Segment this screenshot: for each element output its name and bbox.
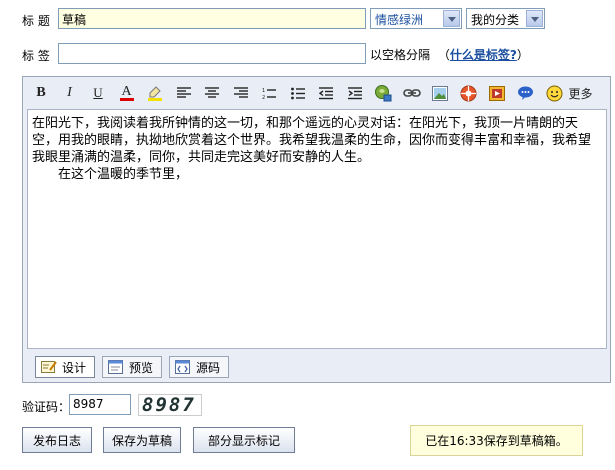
- preview-icon: [108, 360, 124, 374]
- my-category-select-value: 我的分类: [471, 13, 520, 27]
- svg-text:2: 2: [262, 95, 265, 100]
- font-color-button[interactable]: A: [117, 83, 137, 103]
- highlight-icon: [148, 86, 162, 101]
- outdent-icon: [319, 86, 333, 99]
- tag-hint-open: （: [437, 48, 450, 62]
- editor-content-area[interactable]: 在阳光下，我阅读着我所钟情的这一切，和那个遥远的心灵对话：在阳光下，我顶一片晴朗…: [27, 109, 607, 349]
- insert-link-icon: [402, 89, 421, 97]
- ordered-list-icon: 1 2: [262, 88, 276, 100]
- tag-hint-text: 以空格分隔: [370, 48, 431, 62]
- design-mode-tab[interactable]: 设计: [35, 356, 96, 378]
- insert-image-icon: [432, 85, 448, 101]
- align-center-icon: [205, 87, 219, 98]
- partial-tag-button[interactable]: 部分显示标记: [193, 427, 295, 453]
- what-is-tag-link[interactable]: 什么是标签?: [450, 48, 517, 62]
- svg-text:1: 1: [262, 88, 265, 94]
- align-right-icon: [233, 87, 248, 98]
- bold-icon: B: [36, 85, 46, 100]
- tag-label: 标 签: [22, 49, 50, 63]
- verify-code-input[interactable]: 8987: [69, 394, 131, 415]
- outdent-button[interactable]: [316, 83, 336, 103]
- insert-flash-icon: [489, 85, 505, 101]
- source-mode-tab[interactable]: 源码: [169, 356, 230, 378]
- chevron-down-icon: [443, 10, 460, 27]
- align-center-button[interactable]: [202, 83, 222, 103]
- source-code-icon: [175, 360, 191, 374]
- italic-button[interactable]: I: [60, 83, 80, 103]
- insert-music-button[interactable]: [373, 83, 393, 103]
- insert-emoticon-bubble-icon: [518, 86, 533, 100]
- publish-button[interactable]: 发布日志: [22, 427, 92, 453]
- editor-mode-bar: 设计 预览 源码: [23, 353, 610, 381]
- insert-link-button[interactable]: [402, 83, 422, 103]
- tag-input[interactable]: [58, 43, 366, 64]
- highlight-button[interactable]: [145, 83, 165, 103]
- insert-media-icon: [460, 85, 477, 101]
- design-mode-label: 设计: [62, 360, 87, 375]
- save-status-message: 已在16:33保存到草稿箱。: [410, 425, 583, 456]
- tag-hint-close: ）: [516, 48, 529, 62]
- design-icon: [41, 361, 57, 373]
- indent-button[interactable]: [345, 83, 365, 103]
- content-paragraph: 在这个温暖的季节里，: [58, 167, 189, 182]
- captcha-image: 8987: [138, 394, 202, 416]
- bold-button[interactable]: B: [31, 83, 51, 103]
- chevron-down-icon: [526, 10, 543, 27]
- insert-emoticon-bubble-button[interactable]: [516, 83, 536, 103]
- align-left-icon: [176, 87, 191, 98]
- preview-mode-tab[interactable]: 预览: [102, 356, 163, 378]
- smiley-button[interactable]: [544, 83, 564, 103]
- insert-image-button[interactable]: [430, 83, 450, 103]
- title-label: 标 题: [22, 14, 50, 28]
- insert-media-button[interactable]: [459, 83, 479, 103]
- preview-mode-label: 预览: [129, 360, 154, 375]
- tag-hint: 以空格分隔 （什么是标签?）: [370, 46, 529, 63]
- italic-icon: I: [67, 85, 72, 100]
- unordered-list-icon: [290, 87, 305, 99]
- my-category-select[interactable]: 我的分类: [466, 8, 545, 29]
- source-mode-label: 源码: [196, 360, 221, 375]
- verify-code-label: 验证码：: [22, 400, 71, 414]
- underline-icon: U: [93, 85, 103, 100]
- category-select-value: 情感绿洲: [375, 13, 424, 27]
- content-paragraph: 在阳光下，我阅读着我所钟情的这一切，和那个遥远的心灵对话：在阳光下，我顶一片晴朗…: [32, 116, 592, 165]
- rich-text-editor: B I U A 1 2 更多 在阳光下，我阅读着我所钟情的这一切，和那个遥远的心…: [22, 76, 611, 383]
- editor-toolbar: B I U A 1 2 更多: [23, 77, 610, 109]
- smiley-icon: [546, 85, 562, 101]
- underline-button[interactable]: U: [88, 83, 108, 103]
- font-color-icon: A: [119, 83, 134, 101]
- insert-flash-button[interactable]: [487, 83, 507, 103]
- ordered-list-button[interactable]: 1 2: [259, 83, 279, 103]
- align-right-button[interactable]: [231, 83, 251, 103]
- insert-music-icon: [375, 85, 392, 102]
- indent-icon: [347, 86, 362, 99]
- title-input[interactable]: 草稿: [58, 8, 366, 29]
- align-left-button[interactable]: [174, 83, 194, 103]
- unordered-list-button[interactable]: [288, 83, 308, 103]
- save-draft-button[interactable]: 保存为草稿: [103, 427, 181, 453]
- more-tools-button[interactable]: 更多: [569, 85, 593, 102]
- category-select[interactable]: 情感绿洲: [370, 8, 462, 29]
